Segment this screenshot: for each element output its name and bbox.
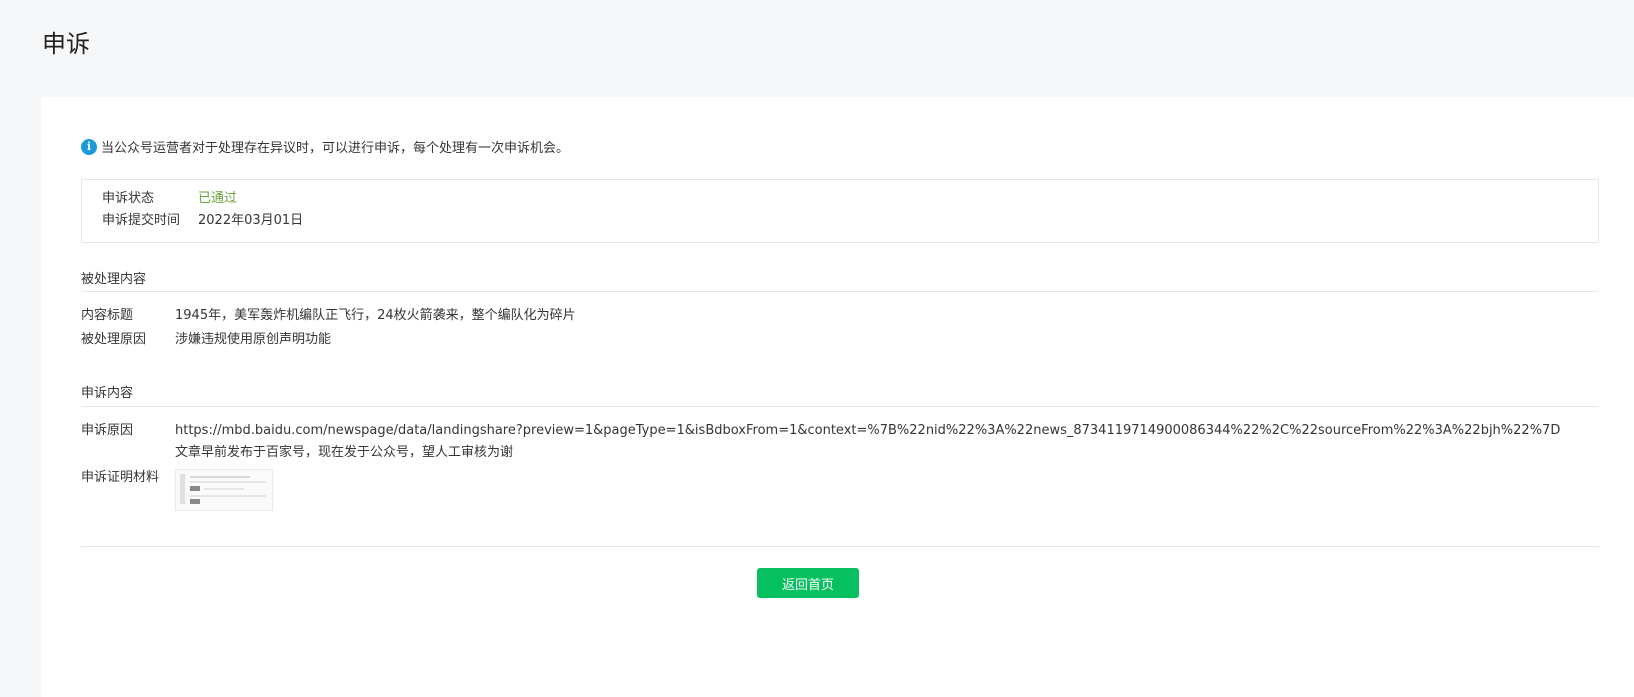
notice-bar: i 当公众号运营者对于处理存在异议时，可以进行申诉，每个处理有一次申诉机会。	[81, 137, 569, 156]
content-title-value: 1945年，美军轰炸机编队正飞行，24枚火箭袭来，整个编队化为碎片	[175, 308, 576, 323]
status-value: 已通过	[198, 191, 238, 206]
evidence-thumbnail[interactable]	[175, 469, 273, 511]
submit-time-label: 申诉提交时间	[102, 213, 181, 228]
appeal-section-title: 申诉内容	[81, 386, 134, 401]
status-label: 申诉状态	[102, 191, 155, 206]
status-row: 申诉状态 已通过	[102, 188, 237, 210]
appeal-reason-value: https://mbd.baidu.com/newspage/data/land…	[175, 423, 1561, 460]
submit-time-row: 申诉提交时间 2022年03月01日	[102, 210, 303, 232]
divider	[81, 546, 1599, 547]
appeal-reason-label: 申诉原因	[81, 423, 134, 438]
divider	[81, 291, 1599, 292]
evidence-label: 申诉证明材料	[81, 470, 160, 485]
appeal-card: i 当公众号运营者对于处理存在异议时，可以进行申诉，每个处理有一次申诉机会。 申…	[41, 97, 1634, 697]
submit-time-value: 2022年03月01日	[198, 213, 304, 228]
handled-reason-row: 被处理原因 涉嫌违规使用原创声明功能	[81, 329, 1563, 351]
content-title-row: 内容标题 1945年，美军轰炸机编队正飞行，24枚火箭袭来，整个编队化为碎片	[81, 305, 1563, 327]
appeal-reason-row: 申诉原因 https://mbd.baidu.com/newspage/data…	[81, 420, 1563, 464]
notice-text: 当公众号运营者对于处理存在异议时，可以进行申诉，每个处理有一次申诉机会。	[101, 141, 570, 156]
page-title: 申诉	[42, 30, 90, 58]
divider	[81, 406, 1599, 407]
status-box: 申诉状态 已通过 申诉提交时间 2022年03月01日	[81, 179, 1599, 243]
evidence-row: 申诉证明材料	[81, 467, 273, 511]
handled-reason-value: 涉嫌违规使用原创声明功能	[175, 332, 332, 347]
back-home-button[interactable]: 返回首页	[757, 568, 859, 598]
info-icon: i	[81, 138, 97, 155]
handled-reason-label: 被处理原因	[81, 332, 147, 347]
content-title-label: 内容标题	[81, 308, 134, 323]
handled-section-title: 被处理内容	[81, 272, 147, 287]
